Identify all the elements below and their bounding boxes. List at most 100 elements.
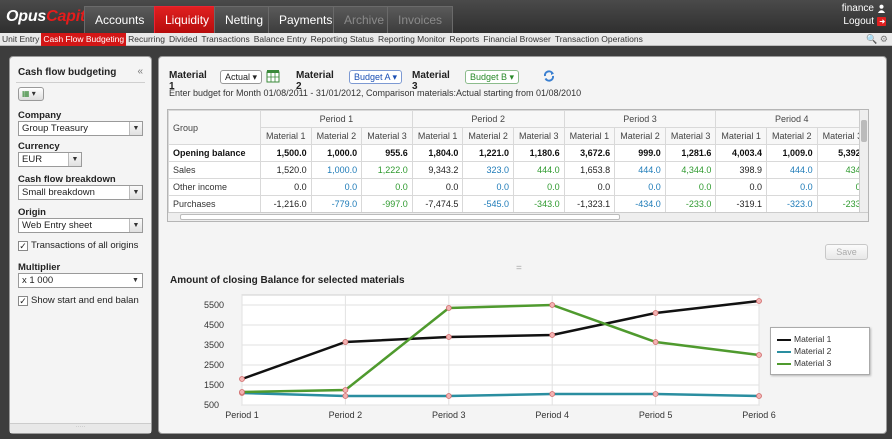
table-cell[interactable]: 4,344.0	[664, 161, 717, 179]
data-point[interactable]	[652, 391, 659, 397]
resize-handle[interactable]: ·····	[10, 423, 151, 433]
chevron-down-icon[interactable]: ▼	[129, 219, 142, 232]
data-point[interactable]	[239, 389, 245, 395]
data-point[interactable]	[445, 305, 452, 311]
refresh-icon[interactable]	[542, 69, 556, 86]
nav-tab-netting[interactable]: Netting	[214, 6, 275, 33]
table-cell[interactable]: 0.0	[260, 178, 312, 196]
chevron-down-icon[interactable]: ▼	[129, 186, 142, 199]
data-point[interactable]	[549, 302, 556, 308]
table-cell[interactable]: -1,323.1	[563, 195, 616, 213]
company-select[interactable]: Group Treasury ▼	[18, 121, 143, 136]
table-cell[interactable]: 0.0	[310, 178, 363, 196]
table-cell[interactable]: -343.0	[512, 195, 565, 213]
table-cell[interactable]: -997.0	[361, 195, 413, 213]
show-balance-checkbox[interactable]: ✓ Show start and end balan	[18, 295, 139, 306]
table-cell[interactable]: 1,000.0	[310, 161, 363, 179]
table-cell[interactable]: -323.0	[765, 195, 818, 213]
logout-link[interactable]: Logout	[843, 16, 874, 27]
origin-select[interactable]: Web Entry sheet ▼	[18, 218, 143, 233]
save-button[interactable]: Save	[825, 244, 868, 260]
table-vertical-scrollbar[interactable]	[859, 110, 868, 221]
table-cell[interactable]: 1,222.0	[361, 161, 413, 179]
submenu-item-cash-flow-budgeting[interactable]: Cash Flow Budgeting	[41, 33, 127, 46]
table-cell[interactable]: -1,216.0	[260, 195, 312, 213]
all-origins-checkbox[interactable]: ✓ Transactions of all origins	[18, 240, 138, 251]
nav-tab-archive[interactable]: Archive	[333, 6, 396, 33]
table-cell[interactable]: -319.1	[715, 195, 767, 213]
currency-select[interactable]: EUR ▼	[18, 152, 82, 167]
scroll-thumb[interactable]	[861, 120, 867, 142]
submenu-item-reports[interactable]: Reports	[448, 33, 482, 46]
table-horizontal-scrollbar[interactable]	[168, 212, 868, 221]
table-cell[interactable]: -545.0	[462, 195, 514, 213]
table-cell[interactable]: 0.0	[512, 178, 565, 196]
table-cell[interactable]: 0.0	[563, 178, 616, 196]
search-icon[interactable]: 🔍	[866, 34, 877, 44]
chevron-down-icon[interactable]: ▼	[129, 274, 142, 287]
table-cell[interactable]: 0.0	[715, 178, 767, 196]
table-cell[interactable]: 0.0	[765, 178, 818, 196]
multiplier-select[interactable]: x 1 000 ▼	[18, 273, 143, 288]
data-point[interactable]	[756, 393, 762, 399]
data-point[interactable]	[342, 339, 349, 345]
table-cell[interactable]: 444.0	[765, 161, 818, 179]
submenu-item-reporting-monitor[interactable]: Reporting Monitor	[376, 33, 448, 46]
submenu-item-unit-entry[interactable]: Unit Entry	[0, 33, 41, 46]
pane-splitter[interactable]: =	[516, 263, 522, 274]
data-point[interactable]	[549, 332, 556, 338]
nav-tab-liquidity[interactable]: Liquidity	[154, 6, 221, 33]
submenu-item-transaction-operations[interactable]: Transaction Operations	[553, 33, 645, 46]
data-point[interactable]	[342, 393, 349, 399]
submenu-item-transactions[interactable]: Transactions	[199, 33, 251, 46]
nav-tab-invoices[interactable]: Invoices	[387, 6, 454, 33]
table-cell[interactable]: 9,343.2	[411, 161, 464, 179]
table-cell[interactable]: 444.0	[512, 161, 565, 179]
data-point[interactable]	[342, 387, 349, 393]
table-cell[interactable]: -434.0	[614, 195, 666, 213]
data-point[interactable]	[756, 352, 762, 358]
table-cell[interactable]: -7,474.5	[411, 195, 464, 213]
table-cell[interactable]: 1,653.8	[563, 161, 616, 179]
table-cell[interactable]: 444.0	[614, 161, 666, 179]
material2-select[interactable]: Budget A ▾	[349, 70, 403, 84]
table-row: Other income 0.0 0.0 0.0 0.0 0.0 0.0 0.0 0.0 0.0 0…	[168, 178, 868, 196]
data-point[interactable]	[239, 376, 245, 382]
submenu-item-financial-browser[interactable]: Financial Browser	[481, 33, 553, 46]
data-point[interactable]	[652, 339, 659, 345]
table-cell[interactable]: 0.0	[361, 178, 413, 196]
collapse-panel-button[interactable]: «	[137, 66, 143, 77]
submenu-item-balance-entry[interactable]: Balance Entry	[252, 33, 309, 46]
chevron-down-icon[interactable]: ▼	[129, 122, 142, 135]
data-point[interactable]	[445, 334, 452, 340]
table-cell[interactable]: -779.0	[310, 195, 363, 213]
table-cell[interactable]: 1,520.0	[260, 161, 312, 179]
table-cell[interactable]: -233.0	[664, 195, 717, 213]
table-icon[interactable]	[266, 69, 280, 86]
period-header: Period 4	[715, 110, 868, 128]
table-cell[interactable]: 0.0	[664, 178, 717, 196]
scroll-thumb[interactable]	[180, 214, 620, 220]
material3-select[interactable]: Budget B ▾	[465, 70, 520, 84]
breakdown-select[interactable]: Small breakdown ▼	[18, 185, 143, 200]
data-point[interactable]	[549, 391, 556, 397]
checkbox-checked-icon[interactable]: ✓	[18, 296, 28, 306]
data-point[interactable]	[756, 298, 762, 304]
table-cell[interactable]: 0.0	[614, 178, 666, 196]
logout-icon[interactable]	[877, 16, 886, 26]
table-cell[interactable]: 0.0	[411, 178, 464, 196]
help-icon[interactable]: ⚙	[880, 34, 888, 44]
table-cell[interactable]: 323.0	[462, 161, 514, 179]
submenu-item-reporting-status[interactable]: Reporting Status	[309, 33, 376, 46]
nav-tab-accounts[interactable]: Accounts	[84, 6, 156, 33]
checkbox-checked-icon[interactable]: ✓	[18, 241, 28, 251]
table-cell[interactable]: 0.0	[462, 178, 514, 196]
chevron-down-icon[interactable]: ▼	[68, 153, 81, 166]
submenu-item-recurring[interactable]: Recurring	[126, 33, 167, 46]
data-point[interactable]	[652, 310, 659, 316]
material1-select[interactable]: Actual ▾	[220, 70, 263, 84]
submenu-item-divided[interactable]: Divided	[167, 33, 199, 46]
table-view-button[interactable]: ▦ ▾	[18, 87, 44, 101]
table-cell[interactable]: 398.9	[715, 161, 767, 179]
data-point[interactable]	[445, 393, 452, 399]
